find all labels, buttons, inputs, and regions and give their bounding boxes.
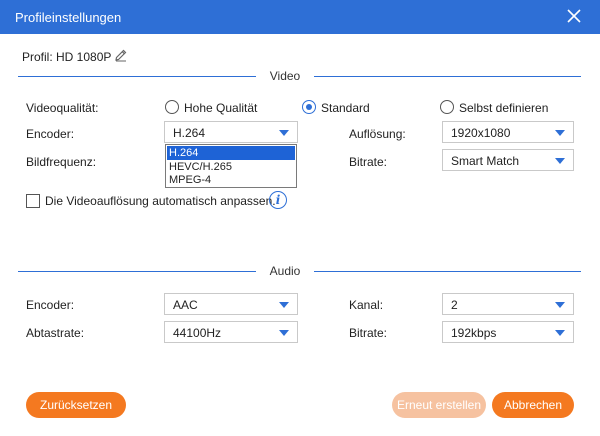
resolution-select[interactable]: 1920x1080 bbox=[442, 121, 574, 143]
audio-encoder-value: AAC bbox=[173, 298, 198, 312]
radio-standard-label[interactable]: Standard bbox=[321, 101, 370, 115]
framerate-label: Bildfrequenz: bbox=[26, 155, 97, 169]
encoder-dropdown-list: H.264 HEVC/H.265 MPEG-4 bbox=[165, 144, 297, 188]
channel-value: 2 bbox=[451, 298, 458, 312]
video-encoder-label: Encoder: bbox=[26, 127, 75, 141]
window-title: Profileinstellungen bbox=[15, 10, 122, 25]
radio-high-quality[interactable] bbox=[165, 100, 179, 114]
audio-bitrate-label: Bitrate: bbox=[349, 326, 388, 340]
samplerate-label: Abtastrate: bbox=[26, 326, 85, 340]
radio-standard[interactable] bbox=[302, 100, 316, 114]
encoder-option-h264[interactable]: H.264 bbox=[167, 146, 295, 160]
reset-button[interactable]: Zurücksetzen bbox=[26, 392, 126, 418]
video-encoder-value: H.264 bbox=[173, 126, 206, 140]
radio-custom[interactable] bbox=[440, 100, 454, 114]
video-bitrate-label: Bitrate: bbox=[349, 155, 388, 169]
video-bitrate-select[interactable]: Smart Match bbox=[442, 149, 574, 171]
audio-encoder-select[interactable]: AAC bbox=[164, 293, 298, 315]
chevron-down-icon bbox=[279, 302, 289, 308]
title-bar: Profileinstellungen bbox=[0, 0, 600, 34]
chevron-down-icon bbox=[279, 130, 289, 136]
chevron-down-icon bbox=[555, 330, 565, 336]
chevron-down-icon bbox=[555, 130, 565, 136]
chevron-down-icon bbox=[555, 302, 565, 308]
audio-encoder-label: Encoder: bbox=[26, 298, 75, 312]
audio-section-title: Audio bbox=[269, 264, 301, 278]
audio-bitrate-value: 192kbps bbox=[451, 326, 497, 340]
audio-divider-right bbox=[314, 271, 581, 272]
radio-custom-label[interactable]: Selbst definieren bbox=[459, 101, 548, 115]
video-bitrate-value: Smart Match bbox=[451, 154, 520, 168]
audio-bitrate-select[interactable]: 192kbps bbox=[442, 321, 574, 343]
pencil-icon[interactable] bbox=[114, 48, 128, 62]
chevron-down-icon bbox=[555, 158, 565, 164]
profile-label: Profil: HD 1080P bbox=[22, 50, 112, 64]
radio-high-quality-label[interactable]: Hohe Qualität bbox=[184, 101, 257, 115]
resolution-value: 1920x1080 bbox=[451, 126, 511, 140]
recreate-button[interactable]: Erneut erstellen bbox=[392, 392, 486, 418]
encoder-option-mpeg4[interactable]: MPEG-4 bbox=[167, 173, 295, 187]
info-icon[interactable]: i bbox=[269, 191, 287, 209]
cancel-button[interactable]: Abbrechen bbox=[492, 392, 574, 418]
auto-resize-label[interactable]: Die Videoauflösung automatisch anpassen. bbox=[45, 194, 276, 208]
channel-label: Kanal: bbox=[349, 298, 384, 312]
video-divider-left bbox=[18, 76, 256, 77]
audio-divider-left bbox=[18, 271, 256, 272]
video-quality-label: Videoqualität: bbox=[26, 101, 99, 115]
encoder-option-hevc[interactable]: HEVC/H.265 bbox=[167, 160, 295, 174]
samplerate-select[interactable]: 44100Hz bbox=[164, 321, 298, 343]
video-section-title: Video bbox=[269, 69, 301, 83]
video-encoder-select[interactable]: H.264 bbox=[164, 121, 298, 143]
samplerate-value: 44100Hz bbox=[173, 326, 222, 340]
close-icon[interactable] bbox=[566, 8, 582, 24]
channel-select[interactable]: 2 bbox=[442, 293, 574, 315]
video-divider-right bbox=[314, 76, 581, 77]
auto-resize-checkbox[interactable] bbox=[26, 194, 40, 208]
chevron-down-icon bbox=[279, 330, 289, 336]
resolution-label: Auflösung: bbox=[349, 127, 406, 141]
